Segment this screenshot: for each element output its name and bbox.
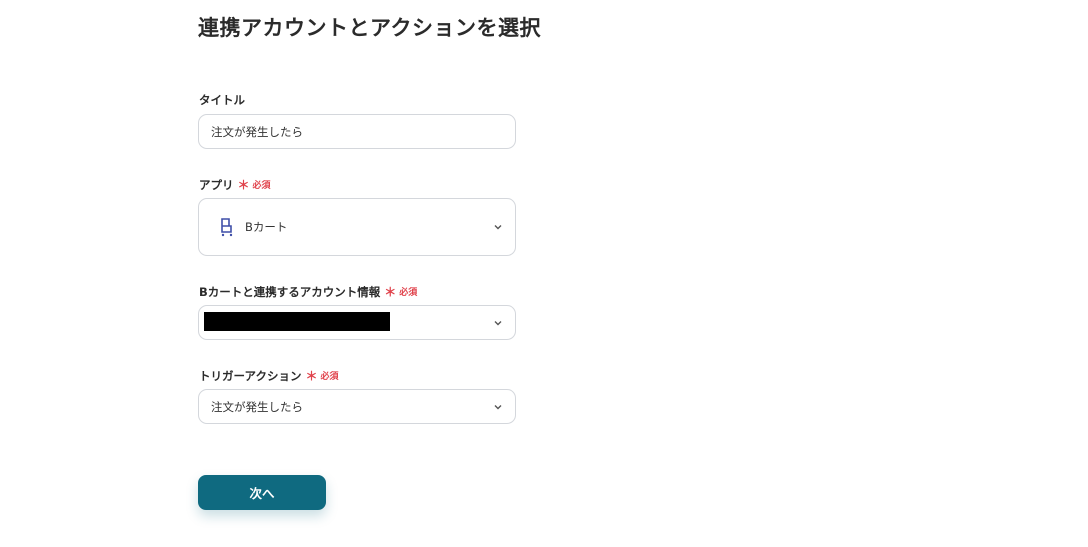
page: 連携アカウントとアクションを選択 タイトル 注文が発生したら アプリ ＊ 必須 … [0, 0, 1088, 547]
title-field-label: タイトル [199, 92, 245, 108]
chevron-down-icon [494, 404, 502, 409]
account-select[interactable] [198, 305, 516, 340]
title-label-text: タイトル [199, 93, 245, 107]
required-asterisk: ＊ [384, 285, 397, 299]
title-input[interactable]: 注文が発生したら [198, 114, 516, 149]
required-badge: 必須 [252, 181, 271, 191]
page-title: 連携アカウントとアクションを選択 [198, 16, 541, 40]
required-asterisk: ＊ [305, 369, 318, 383]
account-field-label: Bカートと連携するアカウント情報 ＊ 必須 [199, 283, 417, 300]
required-badge: 必須 [320, 372, 339, 382]
trigger-select-value: 注文が発生したら [211, 399, 303, 414]
app-select-value: Bカート [245, 220, 288, 234]
next-button[interactable]: 次へ [198, 475, 326, 510]
app-field-label: アプリ ＊ 必須 [199, 176, 271, 193]
account-label-text: Bカートと連携するアカウント情報 [199, 284, 381, 299]
required-badge: 必須 [399, 288, 418, 298]
chevron-down-icon [494, 320, 502, 325]
chevron-down-icon [494, 225, 502, 230]
trigger-field-label: トリガーアクション ＊ 必須 [199, 367, 339, 384]
trigger-label-text: トリガーアクション [199, 368, 302, 383]
trigger-select[interactable]: 注文が発生したら [198, 389, 516, 424]
bcart-logo-icon [221, 218, 233, 237]
app-select[interactable]: Bカート [198, 198, 516, 256]
app-label-text: アプリ [199, 177, 234, 192]
required-asterisk: ＊ [237, 178, 250, 192]
redacted-account-value [204, 312, 390, 331]
title-input-value: 注文が発生したら [211, 124, 303, 139]
